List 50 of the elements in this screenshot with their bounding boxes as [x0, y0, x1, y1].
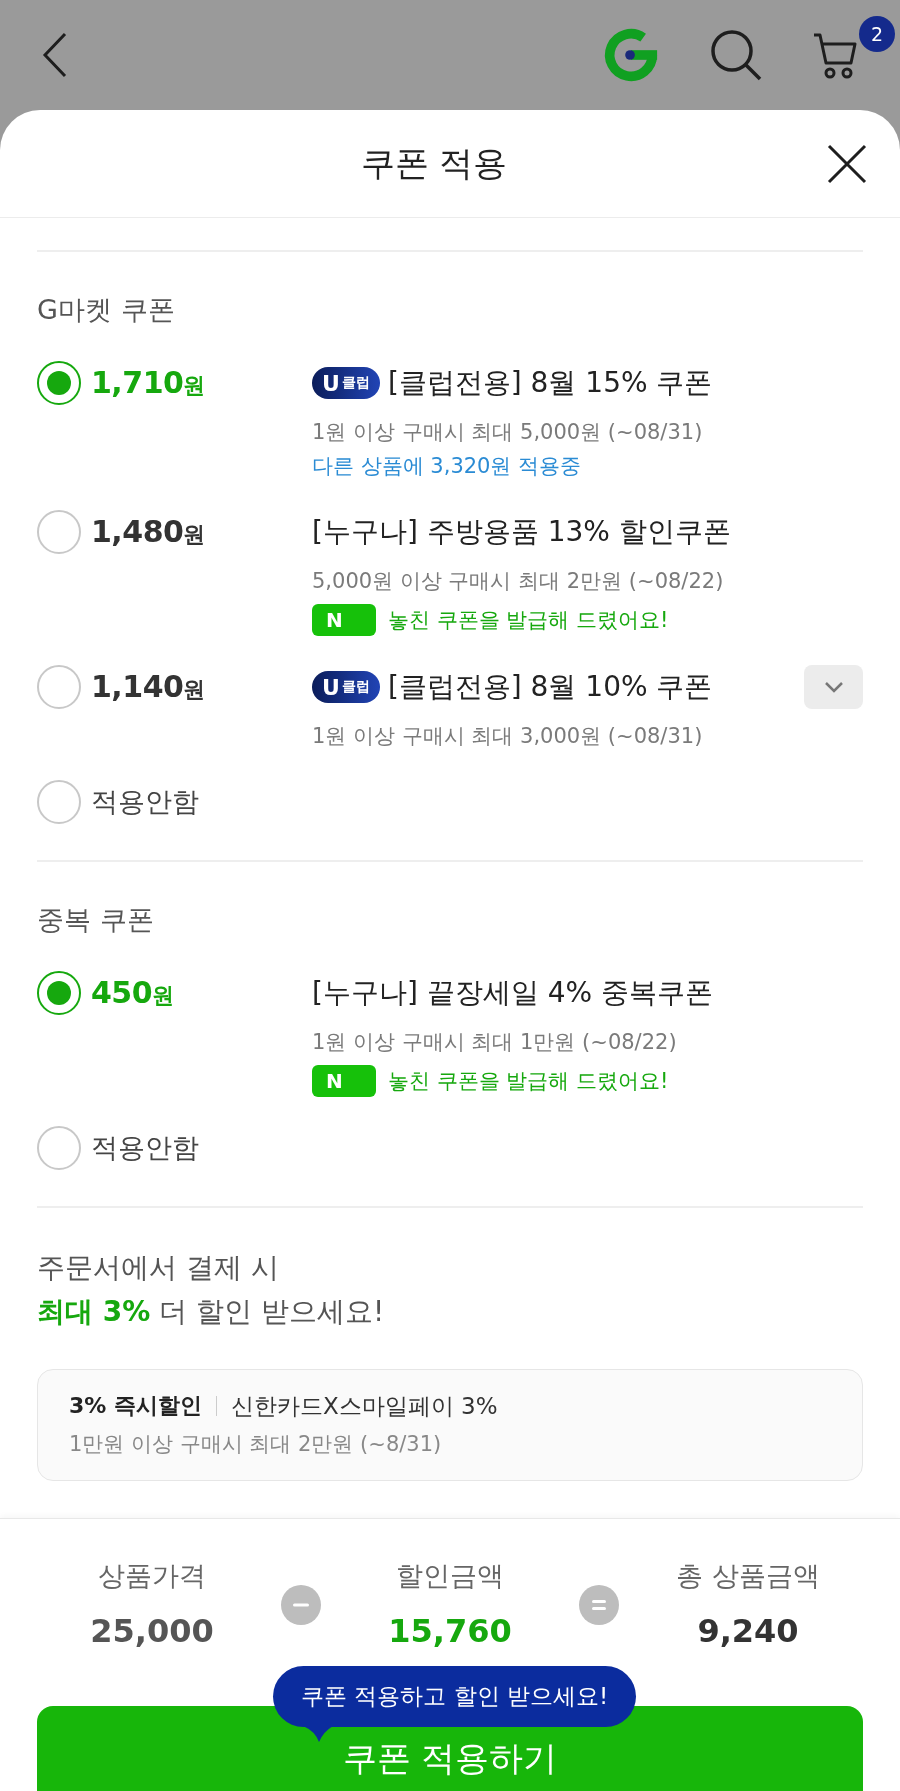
radio-button[interactable]	[37, 510, 81, 554]
applied-note: 다른 상품에 3,320원 적용중	[312, 453, 583, 480]
radio-button[interactable]	[37, 361, 81, 405]
coupon-title: [누구나] 주방용품 13% 할인쿠폰	[312, 514, 731, 550]
coupon-condition: 1원 이상 구매시 최대 1만원 (~08/22)	[312, 1029, 678, 1056]
sheet-title: 쿠폰 적용	[360, 141, 508, 185]
expand-button[interactable]	[804, 665, 863, 709]
coupon-amount: 1,710원	[91, 365, 205, 401]
reissued-note: 놓친 쿠폰을 발급해 드렸어요!	[388, 1068, 669, 1095]
option-label: 적용안함	[91, 1131, 199, 1165]
summary-label: 총 상품금액	[676, 1559, 820, 1593]
coupon-title: [누구나] 끝장세일 4% 중복쿠폰	[312, 975, 713, 1011]
coupon-amount: 450원	[91, 975, 174, 1011]
section-heading: G마켓 쿠폰	[37, 293, 176, 327]
chevron-down-icon	[823, 681, 844, 693]
coupon-amount: 1,140원	[91, 669, 205, 705]
minus-icon	[281, 1584, 321, 1625]
option-label: 적용안함	[91, 785, 199, 819]
summary-value: 9,240	[697, 1611, 799, 1652]
offer-title: 신한카드X스마일페이 3%	[231, 1391, 498, 1421]
back-icon[interactable]	[42, 32, 68, 78]
summary-value: 15,760	[388, 1611, 512, 1652]
offer-tag: 3% 즉시할인	[69, 1391, 202, 1421]
coupon-title: [클럽전용] 8월 10% 쿠폰	[387, 669, 713, 705]
reissued-note: 놓친 쿠폰을 발급해 드렸어요!	[388, 607, 669, 634]
coupon-title: [클럽전용] 8월 15% 쿠폰	[387, 365, 713, 401]
tooltip: 쿠폰 적용하고 할인 받으세요!	[273, 1666, 637, 1727]
equals-icon	[579, 1584, 619, 1625]
new-badge: N	[312, 1065, 376, 1097]
summary-value: 25,000	[90, 1611, 214, 1652]
radio-button[interactable]	[37, 971, 81, 1015]
summary-label: 상품가격	[98, 1559, 206, 1593]
offer-condition: 1만원 이상 구매시 최대 2만원 (~8/31)	[69, 1431, 443, 1458]
new-badge: N	[312, 604, 376, 636]
radio-button[interactable]	[37, 780, 81, 824]
summary-label: 할인금액	[396, 1559, 504, 1593]
coupon-condition: 1원 이상 구매시 최대 3,000원 (~08/31)	[312, 723, 704, 750]
radio-button[interactable]	[37, 1126, 81, 1170]
section-heading: 중복 쿠폰	[37, 903, 155, 937]
logo-icon[interactable]	[602, 26, 660, 84]
promo-text: 주문서에서 결제 시	[37, 1250, 280, 1286]
radio-button[interactable]	[37, 665, 81, 709]
coupon-amount: 1,480원	[91, 514, 205, 550]
close-icon[interactable]	[826, 142, 868, 185]
search-icon[interactable]	[710, 29, 762, 81]
tooltip-tail-icon	[303, 1726, 333, 1742]
promo-text: 최대 3% 더 할인 받으세요!	[37, 1294, 386, 1330]
cart-count-badge: 2	[859, 16, 895, 52]
coupon-condition: 5,000원 이상 구매시 최대 2만원 (~08/22)	[312, 568, 725, 595]
coupon-condition: 1원 이상 구매시 최대 5,000원 (~08/31)	[312, 419, 704, 446]
